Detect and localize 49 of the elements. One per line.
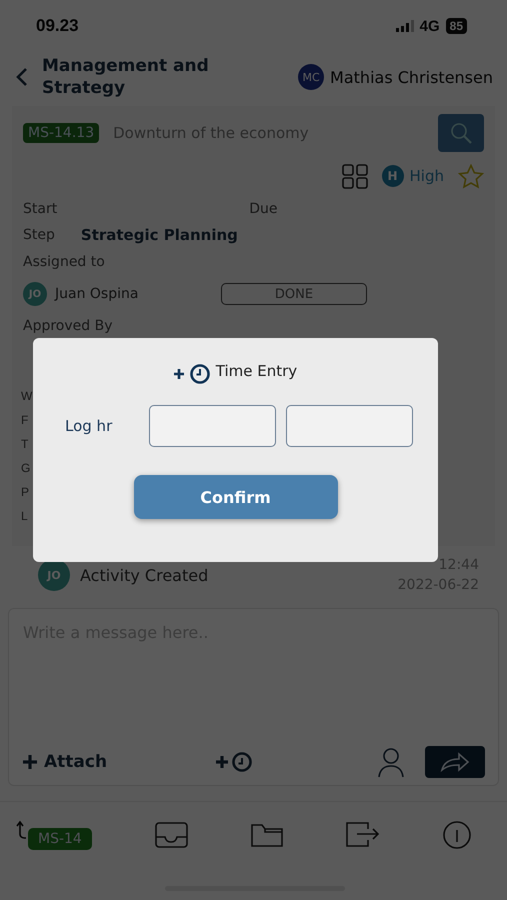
info-icon[interactable]: [442, 820, 471, 848]
task-code-badge: MS-14.13: [23, 123, 100, 143]
exit-icon[interactable]: [346, 821, 380, 848]
approved-by-label: Approved By: [23, 318, 114, 336]
search-icon: [450, 122, 472, 144]
search-button[interactable]: [438, 114, 484, 152]
confirm-button[interactable]: Confirm: [134, 475, 338, 519]
battery-level: 85: [446, 18, 467, 34]
clock-time: 09.23: [36, 16, 79, 36]
assignee-avatar: JO: [23, 282, 47, 306]
grid-view-icon[interactable]: [342, 164, 368, 188]
user-avatar: MC: [298, 64, 324, 90]
folder-icon[interactable]: [250, 822, 283, 848]
step-label: Step: [23, 227, 55, 243]
field-label: F: [21, 413, 28, 427]
priority-avatar: H: [382, 165, 404, 187]
add-time-icon[interactable]: [215, 752, 254, 772]
share-arrow-icon: [439, 750, 471, 774]
activity-text: Activity Created: [80, 566, 208, 584]
user-icon[interactable]: [377, 746, 405, 778]
log-hours-label: Log hr: [65, 417, 114, 435]
signal-icon: [396, 20, 414, 32]
field-label: W: [21, 389, 32, 403]
back-icon[interactable]: [16, 67, 28, 87]
network-type: 4G: [420, 18, 440, 34]
attach-button[interactable]: Attach: [22, 752, 108, 772]
start-label: Start: [23, 201, 58, 217]
plus-icon: [22, 754, 38, 770]
status-button[interactable]: DONE: [221, 283, 367, 305]
up-arrow-icon: [16, 820, 28, 840]
page-title: Management and Strategy: [42, 55, 210, 99]
assignee-name: Juan Ospina: [55, 286, 138, 302]
add-time-icon: [174, 362, 210, 385]
assigned-label: Assigned to: [23, 254, 106, 272]
field-label: P: [21, 485, 30, 499]
minutes-field[interactable]: [286, 405, 413, 447]
due-label: Due: [249, 201, 278, 217]
star-icon[interactable]: [458, 164, 484, 188]
activity-avatar: JO: [38, 559, 70, 591]
field-label: T: [21, 437, 28, 451]
step-value: Strategic Planning: [80, 226, 238, 244]
send-button[interactable]: [425, 746, 485, 778]
priority-label: High: [410, 167, 444, 185]
dialog-title: Time Entry: [216, 362, 298, 380]
inbox-icon[interactable]: [154, 822, 188, 848]
hours-field[interactable]: [149, 405, 276, 447]
field-label: L: [21, 509, 28, 523]
user-name: Mathias Christensen: [330, 68, 493, 86]
field-label: G: [21, 461, 30, 475]
